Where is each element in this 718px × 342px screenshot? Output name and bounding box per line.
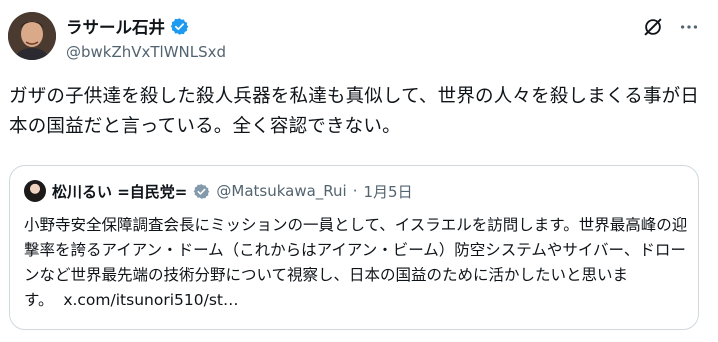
- author-avatar[interactable]: [8, 12, 56, 60]
- verified-gray-badge-icon: [193, 183, 210, 200]
- grok-icon[interactable]: [642, 16, 664, 38]
- author-name-row: ラサール石井: [66, 14, 189, 38]
- quoted-tweet-text: 小野寺安全保障調査会長にミッションの一員として、イスラエルを訪問します。世界最高…: [24, 213, 689, 313]
- quoted-link[interactable]: x.com/itsunori510/st…: [63, 291, 238, 309]
- quoted-author-handle: @Matsukawa_Rui: [216, 182, 347, 200]
- tweet-actions-top: [642, 16, 700, 38]
- author-handle[interactable]: @bwkZhVxTlWNLSxd: [66, 43, 226, 61]
- quoted-date: 1月5日: [363, 182, 413, 201]
- quoted-author-display-name: 松川るい =自民党=: [52, 182, 188, 201]
- tweet-text: ガザの子供達を殺した殺人兵器を私達も真似して、世界の人々を殺しまくる事が日本の国…: [9, 86, 700, 137]
- separator-dot: ·: [352, 182, 358, 200]
- quoted-author-avatar: [24, 180, 46, 202]
- quoted-tweet[interactable]: 松川るい =自民党= @Matsukawa_Rui · 1月5日 小野寺安全保障…: [9, 165, 699, 330]
- more-options-icon[interactable]: [678, 16, 700, 38]
- verified-badge-icon[interactable]: [170, 17, 189, 36]
- author-display-name[interactable]: ラサール石井: [66, 14, 165, 38]
- quoted-tweet-header: 松川るい =自民党= @Matsukawa_Rui · 1月5日: [24, 180, 413, 202]
